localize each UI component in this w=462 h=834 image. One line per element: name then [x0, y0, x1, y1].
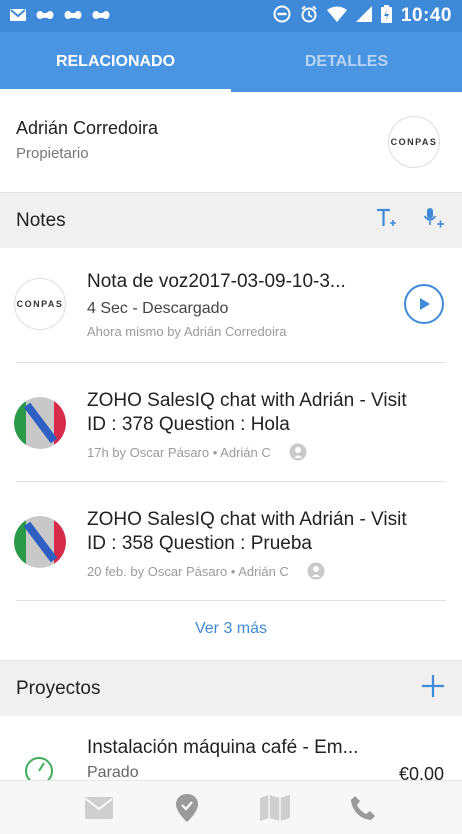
note-meta-text: 20 feb. by Oscar Pásaro • Adrián C	[87, 563, 289, 579]
play-icon	[420, 298, 430, 310]
show-more-link[interactable]: Ver 3 más	[0, 620, 462, 638]
note-meta: 20 feb. by Oscar Pásaro • Adrián C	[87, 562, 325, 580]
alarm-icon	[300, 5, 318, 28]
owner-logo: CONPAS	[388, 116, 440, 168]
projects-section-title: Proyectos	[16, 677, 101, 699]
salesiq-avatar	[14, 397, 66, 449]
wifi-icon	[326, 6, 347, 27]
location-icon[interactable]	[172, 793, 202, 823]
dnd-icon	[273, 5, 291, 28]
list-item[interactable]: CONPAS Nota de voz2017-03-09-10-3... 4 S…	[0, 248, 462, 362]
divider	[16, 600, 446, 601]
project-title: Instalación máquina café - Em...	[87, 737, 359, 758]
list-item[interactable]: ZOHO SalesIQ chat with Adrián - Visit ID…	[0, 363, 462, 481]
note-title-line2: ID : 358 Question : Prueba	[87, 533, 312, 554]
add-text-note-icon[interactable]	[374, 206, 398, 235]
gmail-icon	[10, 9, 26, 23]
note-title-line1: ZOHO SalesIQ chat with Adrián - Visit	[87, 509, 407, 530]
pets-icon	[64, 9, 82, 23]
note-meta: Ahora mismo by Adrián Corredoira	[87, 324, 286, 339]
owner-card[interactable]: Adrián Corredoira Propietario CONPAS	[0, 100, 462, 190]
owner-name: Adrián Corredoira	[16, 118, 159, 138]
note-avatar: CONPAS	[14, 278, 66, 330]
map-icon[interactable]	[260, 793, 290, 823]
visitor-icon	[289, 443, 307, 461]
owner-role: Propietario	[16, 145, 89, 162]
signal-icon	[355, 5, 372, 27]
mail-icon[interactable]	[84, 793, 114, 823]
add-voice-note-icon[interactable]	[422, 206, 446, 235]
bottom-nav	[0, 780, 462, 834]
projects-section-header: Proyectos	[0, 660, 462, 716]
note-meta: 17h by Oscar Pásaro • Adrián C	[87, 443, 307, 461]
note-title: Nota de voz2017-03-09-10-3...	[87, 271, 346, 292]
play-button[interactable]	[404, 284, 444, 324]
pets-icon	[92, 9, 110, 23]
visitor-icon	[307, 562, 325, 580]
tab-relacionado[interactable]: RELACIONADO	[0, 32, 231, 92]
pets-icon	[36, 9, 54, 23]
phone-icon[interactable]	[348, 793, 378, 823]
notes-section-title: Notes	[16, 209, 66, 231]
note-meta-text: Ahora mismo by Adrián Corredoira	[87, 324, 287, 339]
add-icon[interactable]	[420, 673, 446, 704]
battery-icon	[380, 4, 392, 28]
status-bar: 10:40	[0, 0, 462, 32]
note-title-line2: ID : 378 Question : Hola	[87, 414, 290, 435]
tab-bar: RELACIONADO DETALLES	[0, 32, 462, 92]
tab-detalles[interactable]: DETALLES	[231, 32, 462, 92]
note-subtitle: 4 Sec - Descargado	[87, 300, 229, 317]
note-meta-text: 17h by Oscar Pásaro • Adrián C	[87, 444, 271, 460]
notes-section-header: Notes	[0, 192, 462, 248]
clock: 10:40	[400, 5, 452, 26]
project-status-icon	[24, 756, 54, 780]
note-title-line1: ZOHO SalesIQ chat with Adrián - Visit	[87, 390, 407, 411]
salesiq-avatar	[14, 516, 66, 568]
list-item[interactable]: ZOHO SalesIQ chat with Adrián - Visit ID…	[0, 482, 462, 600]
